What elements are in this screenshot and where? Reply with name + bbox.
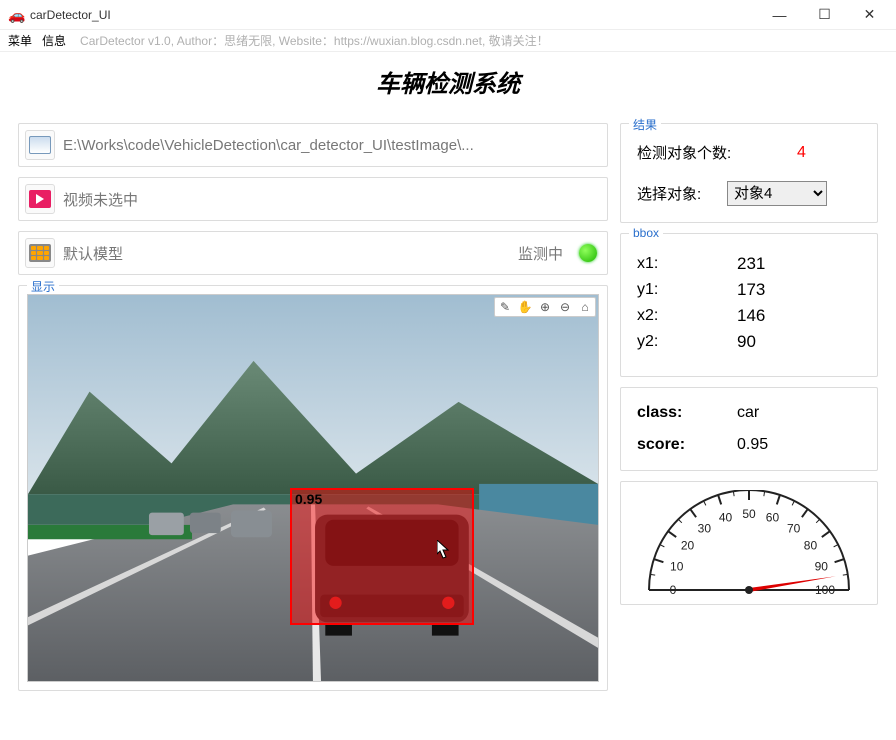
svg-text:20: 20 (681, 538, 695, 552)
bbox-panel: bbox x1:231 y1:173 x2:146 y2:90 (620, 233, 878, 377)
score-gauge: 0102030405060708090100 (629, 490, 869, 600)
score-label: score: (637, 436, 737, 454)
image-display[interactable]: 0.95 ✎ ✋ ⊕ ⊖ ⌂ (27, 294, 599, 682)
zoom-in-icon[interactable]: ⊕ (535, 298, 555, 316)
select-label: 选择对象: (637, 183, 727, 204)
open-video-button[interactable] (25, 184, 55, 214)
video-icon (29, 190, 51, 208)
display-panel: 显示 (18, 285, 608, 691)
video-status-text: 视频未选中 (63, 189, 597, 210)
home-icon[interactable]: ⌂ (575, 298, 595, 316)
svg-text:100: 100 (815, 583, 835, 597)
image-path-text: E:\Works\code\VehicleDetection\car_detec… (63, 137, 597, 154)
minimize-button[interactable]: — (757, 0, 802, 30)
bbox-legend: bbox (629, 226, 663, 240)
svg-text:30: 30 (698, 522, 712, 536)
model-status-text: 默认模型 (63, 243, 510, 264)
window-titlebar: 🚗 carDetector_UI — ☐ ✕ (0, 0, 896, 30)
menu-bar: 菜单 信息 CarDetector v1.0, Author：思绪无限, Web… (0, 30, 896, 52)
detect-status-label: 监测中 (518, 243, 563, 264)
results-legend: 结果 (629, 116, 661, 133)
y1-label: y1: (637, 281, 737, 299)
menu-main[interactable]: 菜单 (8, 32, 32, 49)
svg-text:10: 10 (670, 560, 684, 574)
page-title: 车辆检测系统 (0, 64, 896, 99)
detection-bbox: 0.95 (290, 488, 474, 625)
svg-text:60: 60 (766, 511, 780, 525)
detection-score-label: 0.95 (295, 491, 322, 507)
class-label: class: (637, 404, 737, 422)
menu-info[interactable]: 信息 (42, 32, 66, 49)
x1-label: x1: (637, 255, 737, 273)
window-title: carDetector_UI (30, 8, 757, 22)
display-legend: 显示 (27, 278, 59, 295)
svg-text:0: 0 (670, 583, 677, 597)
x2-value: 146 (737, 306, 765, 326)
image-icon (29, 136, 51, 154)
edit-tool-icon[interactable]: ✎ (495, 298, 515, 316)
x2-label: x2: (637, 307, 737, 325)
svg-text:90: 90 (815, 560, 829, 574)
gauge-panel: 0102030405060708090100 (620, 481, 878, 605)
results-panel: 结果 检测对象个数: 4 选择对象: 对象4 (620, 123, 878, 223)
pan-tool-icon[interactable]: ✋ (515, 298, 535, 316)
svg-text:40: 40 (719, 511, 733, 525)
svg-text:70: 70 (787, 522, 801, 536)
svg-text:80: 80 (804, 538, 818, 552)
open-image-button[interactable] (25, 130, 55, 160)
count-value: 4 (797, 144, 806, 162)
score-value: 0.95 (737, 436, 768, 454)
x1-value: 231 (737, 254, 765, 274)
open-model-button[interactable] (25, 238, 55, 268)
model-icon (29, 244, 51, 262)
count-label: 检测对象个数: (637, 142, 737, 163)
model-row: 默认模型 监测中 (18, 231, 608, 275)
app-icon: 🚗 (8, 7, 24, 23)
object-select[interactable]: 对象4 (727, 181, 827, 206)
y1-value: 173 (737, 280, 765, 300)
status-led-icon (579, 244, 597, 262)
about-text: CarDetector v1.0, Author：思绪无限, Website：h… (80, 32, 549, 49)
axes-toolbar: ✎ ✋ ⊕ ⊖ ⌂ (494, 297, 596, 317)
class-value: car (737, 404, 759, 422)
svg-text:50: 50 (742, 507, 756, 521)
class-panel: class:car score:0.95 (620, 387, 878, 471)
close-button[interactable]: ✕ (847, 0, 892, 30)
y2-value: 90 (737, 332, 756, 352)
video-path-row: 视频未选中 (18, 177, 608, 221)
image-path-row: E:\Works\code\VehicleDetection\car_detec… (18, 123, 608, 167)
y2-label: y2: (637, 333, 737, 351)
maximize-button[interactable]: ☐ (802, 0, 847, 30)
zoom-out-icon[interactable]: ⊖ (555, 298, 575, 316)
